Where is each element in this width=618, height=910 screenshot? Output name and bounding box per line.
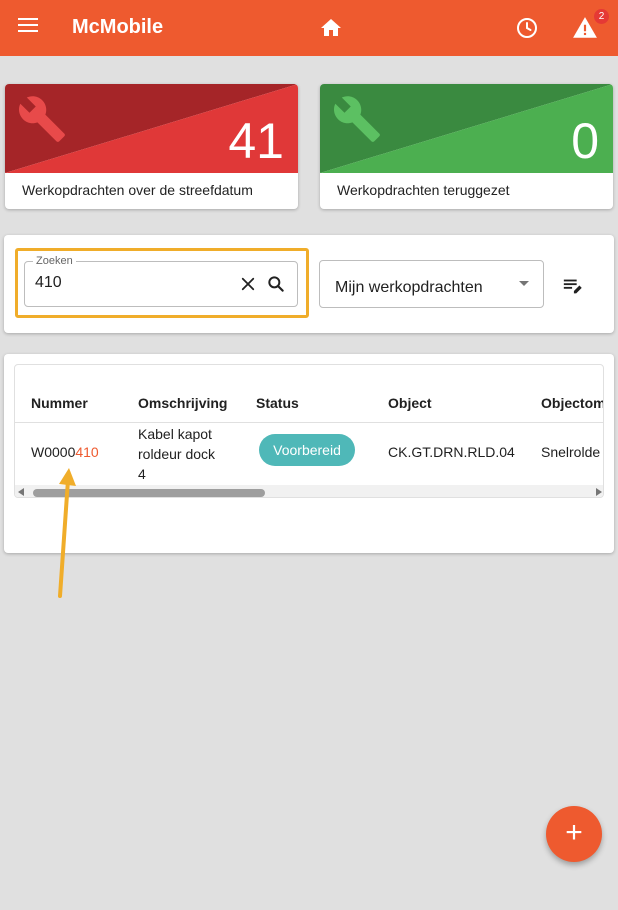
search-panel: Zoeken Mijn werkopdrachten xyxy=(4,235,614,333)
notification-badge: 2 xyxy=(594,9,609,24)
omschrijving-line: Kabel kapot xyxy=(138,426,212,442)
column-header-nummer[interactable]: Nummer xyxy=(31,395,88,411)
returned-card-banner: 0 xyxy=(320,84,613,173)
app-bar: McMobile 2 xyxy=(0,0,618,56)
workorder-filter-select[interactable]: Mijn werkopdrachten xyxy=(319,260,544,308)
column-header-status[interactable]: Status xyxy=(256,395,299,411)
wrench-icon xyxy=(333,96,380,142)
header-divider xyxy=(15,422,603,423)
returned-count: 0 xyxy=(571,113,599,169)
scroll-right-icon[interactable] xyxy=(596,488,602,496)
search-legend: Zoeken xyxy=(33,255,76,267)
cell-objectomschrijving: Snelrolde xyxy=(541,444,601,460)
workorders-table-card: Nummer Omschrijving Status Object Object… xyxy=(4,354,614,553)
edit-list-icon[interactable] xyxy=(562,275,584,297)
search-input[interactable] xyxy=(35,274,215,292)
omschrijving-line: roldeur dock xyxy=(138,446,216,462)
omschrijving-line: 4 xyxy=(138,466,146,482)
overdue-card-banner: 41 xyxy=(5,84,298,173)
nummer-prefix: W0000 xyxy=(31,444,76,460)
annotation-arrow-icon xyxy=(58,468,76,598)
scroll-left-icon[interactable] xyxy=(18,488,24,496)
close-icon[interactable] xyxy=(239,275,257,293)
chevron-down-icon xyxy=(519,281,529,286)
menu-icon[interactable] xyxy=(18,18,38,38)
overdue-workorders-card[interactable]: 41 Werkopdrachten over de streefdatum xyxy=(5,84,298,209)
column-header-omschrijving[interactable]: Omschrijving xyxy=(138,395,227,411)
clock-icon[interactable] xyxy=(515,16,539,40)
filter-selected-value: Mijn werkopdrachten xyxy=(335,279,483,296)
app-title: McMobile xyxy=(72,16,164,38)
overdue-count: 41 xyxy=(228,113,284,169)
search-icon[interactable] xyxy=(266,274,286,294)
workorders-table: Nummer Omschrijving Status Object Object… xyxy=(14,364,604,498)
cell-object: CK.GT.DRN.RLD.04 xyxy=(388,444,515,460)
add-workorder-button[interactable]: + xyxy=(546,806,602,862)
overdue-label: Werkopdrachten over de streefdatum xyxy=(22,182,253,198)
horizontal-scrollbar[interactable] xyxy=(15,485,603,497)
nummer-search-match: 410 xyxy=(75,444,99,460)
returned-label: Werkopdrachten teruggezet xyxy=(337,182,510,198)
search-field: Zoeken xyxy=(24,255,298,307)
column-header-object[interactable]: Object xyxy=(388,395,432,411)
wrench-icon xyxy=(18,96,65,142)
home-icon[interactable] xyxy=(319,16,343,40)
column-header-objectomschrijving[interactable]: Objectom xyxy=(541,395,603,411)
status-badge: Voorbereid xyxy=(259,434,355,466)
cell-omschrijving: Kabel kapot roldeur dock 4 xyxy=(138,424,215,484)
returned-workorders-card[interactable]: 0 Werkopdrachten teruggezet xyxy=(320,84,613,209)
cell-nummer: W0000410 xyxy=(31,444,99,460)
